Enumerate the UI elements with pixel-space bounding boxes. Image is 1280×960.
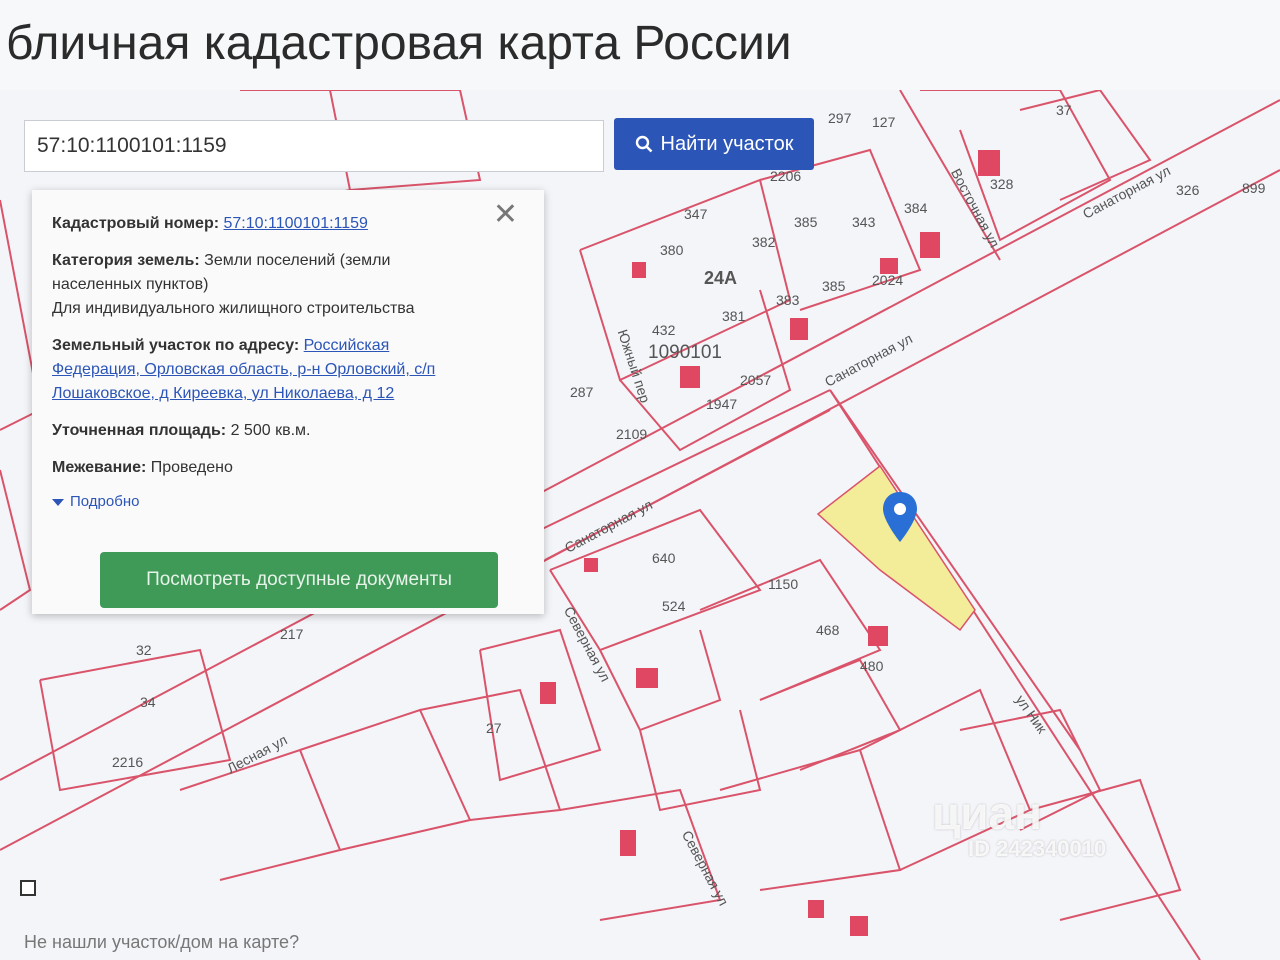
parcel-label: 287 <box>570 384 594 400</box>
parcel-label: 385 <box>822 278 846 294</box>
parcel-label: 385 <box>794 214 818 230</box>
parcel-label: 1090101 <box>648 342 722 363</box>
parcel-label: 468 <box>816 622 840 638</box>
parcel-label: 326 <box>1176 182 1200 198</box>
search-icon <box>635 135 652 153</box>
parcel-label: 380 <box>660 242 684 258</box>
parcel-label: 432 <box>652 322 676 338</box>
land-category-value: Земли поселений (земли <box>204 252 391 269</box>
parcel-label: 899 <box>1242 180 1266 196</box>
parcel-label: 480 <box>860 658 884 674</box>
land-category-label: Категория земель: <box>52 252 200 269</box>
find-parcel-button[interactable]: Найти участок <box>614 118 814 170</box>
parcel-label: 24А <box>704 268 738 288</box>
page-title: бличная кадастровая карта России <box>0 0 1280 90</box>
parcel-label: 1150 <box>768 576 799 592</box>
survey-value: Проведено <box>150 459 233 476</box>
address-link[interactable]: Российская <box>304 337 390 354</box>
parcel-label: 2109 <box>616 426 648 442</box>
parcel-label: 37 <box>1056 102 1072 118</box>
parcel-label: 384 <box>904 200 928 216</box>
cadastral-number-link[interactable]: 57:10:1100101:1159 <box>224 215 368 232</box>
land-category-value-cont: населенных пунктов) <box>52 276 209 293</box>
parcel-info-panel: ✕ Кадастровый номер: 57:10:1100101:1159 … <box>32 190 544 614</box>
find-parcel-button-label: Найти участок <box>660 132 794 155</box>
survey-row: Межевание: Проведено <box>52 456 524 480</box>
parcel-label: 2024 <box>872 272 904 288</box>
parcel-label: 640 <box>652 550 676 566</box>
area-value: 2 500 кв.м. <box>230 422 311 439</box>
not-found-link[interactable]: Не нашли участок/дом на карте? <box>24 932 299 953</box>
address-link-line2[interactable]: Федерация, Орловская область, р-н Орловс… <box>52 361 435 378</box>
permitted-use: Для индивидуального жилищного строительс… <box>52 300 415 317</box>
parcel-label: 2057 <box>740 372 772 388</box>
cadastral-number-row: Кадастровый номер: 57:10:1100101:1159 <box>52 212 524 236</box>
address-row: Земельный участок по адресу: Российская … <box>52 334 524 406</box>
parcel-label: 297 <box>828 110 852 126</box>
parcel-label: 1947 <box>706 396 738 412</box>
parcel-label: 382 <box>752 234 776 250</box>
details-label: Подробно <box>70 493 140 510</box>
address-link-line3[interactable]: Лошаковское, д Киреевка, ул Николаева, д… <box>52 385 394 402</box>
parcel-label: 524 <box>662 598 686 614</box>
cadastral-search-input[interactable] <box>24 120 604 172</box>
survey-label: Межевание: <box>52 459 147 476</box>
parcel-label: 32 <box>136 642 152 658</box>
parcel-label: 343 <box>852 214 876 230</box>
close-icon[interactable]: ✕ <box>493 200 518 230</box>
parcel-label: 27 <box>486 720 502 736</box>
details-toggle[interactable]: Подробно <box>52 493 524 510</box>
parcel-label: 381 <box>722 308 746 324</box>
area-label: Уточненная площадь: <box>52 422 227 439</box>
watermark-brand: циан <box>932 787 1042 839</box>
area-row: Уточненная площадь: 2 500 кв.м. <box>52 419 524 443</box>
cian-watermark: циан ID 242340010 <box>932 786 1106 862</box>
address-label: Земельный участок по адресу: <box>52 337 300 354</box>
parcel-label: 217 <box>280 626 304 642</box>
parcel-label: 2216 <box>112 754 144 770</box>
parcel-label: 347 <box>684 206 708 222</box>
cadastral-number-label: Кадастровый номер: <box>52 215 220 232</box>
parcel-label: 34 <box>140 694 156 710</box>
parcel-label: 328 <box>990 176 1014 192</box>
parcel-label: 2206 <box>770 168 802 184</box>
parcel-label: 383 <box>776 292 800 308</box>
watermark-id: ID 242340010 <box>968 836 1107 861</box>
view-documents-button[interactable]: Посмотреть доступные документы <box>100 552 498 608</box>
land-category-row: Категория земель: Земли поселений (земли… <box>52 249 524 321</box>
footer-checkbox[interactable] <box>20 880 36 896</box>
chevron-down-icon <box>52 498 64 506</box>
map-pin-icon[interactable] <box>880 490 920 544</box>
parcel-label: 127 <box>872 114 896 130</box>
